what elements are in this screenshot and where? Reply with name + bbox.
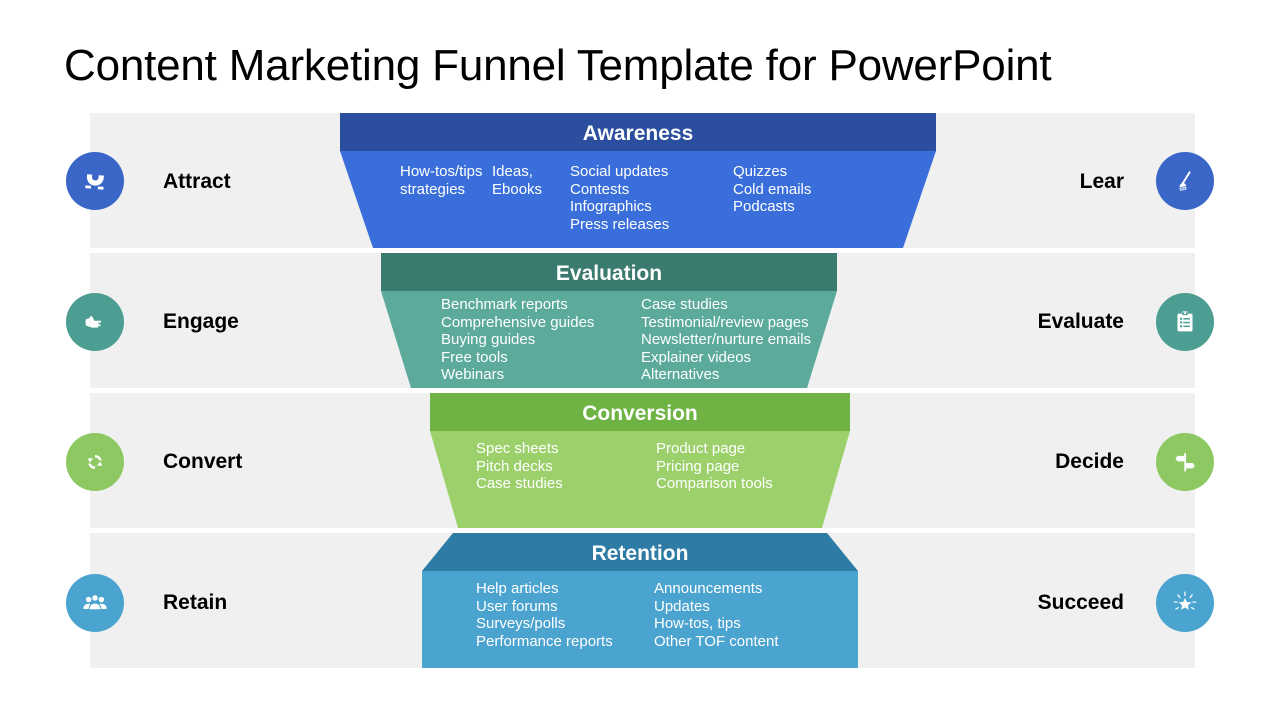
stage-list-item: Product page [656, 440, 746, 457]
stage-list-item: Social updates [570, 163, 669, 180]
stage-column: Quizzes Cold emails Podcasts [733, 163, 811, 233]
clipboard-checklist-icon [1170, 307, 1200, 337]
stage-title-conversion: Conversion [582, 402, 698, 425]
magnet-icon [80, 166, 110, 196]
pointing-hand-icon [80, 307, 110, 337]
side-icon-evaluate[interactable] [1156, 293, 1214, 351]
stage-list-item: Updates [654, 597, 710, 615]
side-icon-engage[interactable] [66, 293, 124, 351]
stage-column: Help articles User forums Surveys/polls … [476, 580, 654, 650]
funnel-stage-awareness[interactable]: Awareness How-tos/tips strategies Ideas,… [340, 113, 936, 248]
stage-list-item: Comparison tools [656, 475, 773, 492]
stage-column: Case studies Testimonial/review pages Ne… [641, 296, 811, 384]
stage-column: Announcements Updates How-tos, tips Othe… [654, 580, 779, 650]
side-icon-retain[interactable] [66, 574, 124, 632]
stage-list-item: Ebooks [492, 180, 543, 198]
stage-list-item: Testimonial/review pages [641, 313, 809, 331]
stage-column: Social updates Contests Infographics Pre… [570, 163, 733, 233]
side-label-engage: Engage [163, 310, 239, 333]
funnel-stage-retention[interactable]: Retention Help articles User forums Surv… [422, 533, 858, 668]
stage-list-item: Buying guides [441, 331, 536, 348]
stage-list-item: Free tools [441, 348, 508, 366]
side-label-evaluate: Evaluate [1037, 310, 1124, 333]
stage-column: How-tos/tips strategies [400, 163, 492, 233]
stage-list-item: Case studies [641, 296, 728, 313]
side-icon-attract[interactable] [66, 152, 124, 210]
stage-column: Ideas, Ebooks [492, 163, 570, 233]
stage-list-item: How-tos, tips [654, 615, 741, 632]
funnel-stage-evaluation[interactable]: Evaluation Benchmark reports Comprehensi… [381, 253, 837, 388]
stage-list-item: Cold emails [733, 180, 812, 198]
stage-column: Product page Pricing page Comparison too… [656, 440, 773, 493]
stage-title-evaluation: Evaluation [555, 262, 663, 285]
stage-list-item: How-tos/tips [400, 163, 483, 180]
stage-list-item: Infographics [570, 198, 652, 215]
side-label-convert: Convert [163, 450, 243, 473]
stage-list-item: User forums [476, 597, 558, 615]
stage-columns-conversion: Spec sheets Pitch decks Case studies Pro… [476, 440, 773, 493]
stage-columns-awareness: How-tos/tips strategies Ideas, Ebooks So… [400, 163, 811, 233]
stage-list-item: Announcements [654, 580, 763, 597]
side-icon-succeed[interactable] [1156, 574, 1214, 632]
stage-list-item: Help articles [476, 580, 559, 597]
side-icon-lear[interactable] [1156, 152, 1214, 210]
side-label-lear: Lear [1079, 170, 1124, 193]
people-group-icon [80, 588, 110, 618]
side-label-retain: Retain [163, 591, 228, 614]
stage-list-item: Ideas, [492, 163, 533, 180]
stage-title-awareness: Awareness [582, 122, 694, 145]
side-icon-convert[interactable] [66, 433, 124, 491]
stage-title-retention: Retention [591, 542, 689, 565]
stage-columns-evaluation: Benchmark reports Comprehensive guides B… [441, 296, 811, 384]
shining-star-icon [1170, 588, 1200, 618]
broom-icon [1170, 166, 1200, 196]
stage-list-item: strategies [400, 180, 466, 198]
stage-list-item: Case studies [476, 475, 563, 492]
stage-list-item: Surveys/polls [476, 615, 566, 632]
signpost-icon [1170, 447, 1200, 477]
side-label-decide: Decide [1055, 450, 1124, 473]
stage-column: Spec sheets Pitch decks Case studies [476, 440, 656, 493]
slide-canvas: Content Marketing Funnel Template for Po… [0, 0, 1280, 720]
stage-list-item: Newsletter/nurture emails [641, 331, 812, 348]
stage-list-item: Benchmark reports [441, 296, 568, 313]
stage-list-item: Alternatives [641, 366, 720, 383]
stage-list-item: Contests [570, 180, 630, 198]
stage-list-item: Comprehensive guides [441, 313, 595, 331]
stage-list-item: Other TOF content [654, 632, 779, 650]
stage-list-item: Press releases [570, 215, 670, 233]
stage-list-item: Pricing page [656, 457, 740, 475]
page-title: Content Marketing Funnel Template for Po… [64, 41, 1052, 90]
stage-list-item: Quizzes [733, 163, 788, 180]
stage-columns-retention: Help articles User forums Surveys/polls … [476, 580, 779, 650]
stage-list-item: Podcasts [733, 198, 795, 215]
stage-list-item: Webinars [441, 366, 505, 383]
stage-list-item: Performance reports [476, 632, 613, 650]
stage-list-item: Pitch decks [476, 457, 553, 475]
refresh-cycle-icon [80, 447, 110, 477]
stage-column: Benchmark reports Comprehensive guides B… [441, 296, 641, 384]
stage-list-item: Spec sheets [476, 440, 559, 457]
funnel-stage-conversion[interactable]: Conversion Spec sheets Pitch decks Case … [430, 393, 850, 528]
side-label-succeed: Succeed [1037, 591, 1124, 614]
side-label-attract: Attract [163, 170, 231, 193]
side-icon-decide[interactable] [1156, 433, 1214, 491]
stage-list-item: Explainer videos [641, 348, 752, 366]
